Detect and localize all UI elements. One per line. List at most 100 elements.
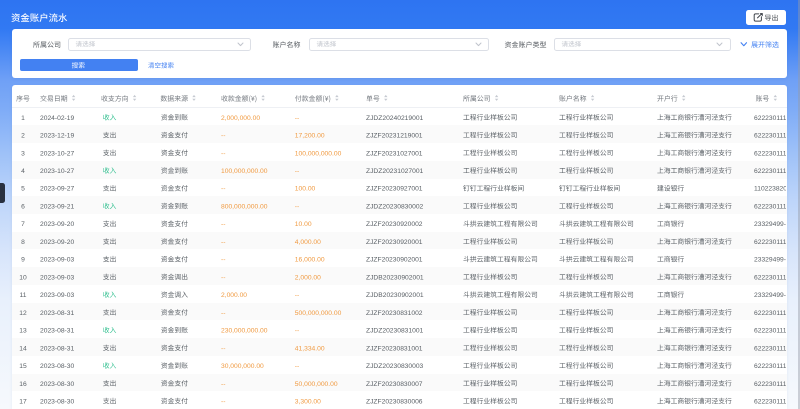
svg-text:10: 10 xyxy=(19,274,27,281)
svg-text:2023-10-27: 2023-10-27 xyxy=(40,168,74,175)
svg-text:ZJDZ20240219001: ZJDZ20240219001 xyxy=(366,115,424,122)
svg-text:6222301112022382: 6222301112022382 xyxy=(754,381,800,388)
svg-text:--: -- xyxy=(295,203,299,210)
svg-text:6222301112022382: 6222301112022382 xyxy=(754,239,800,246)
svg-text:16,000.00: 16,000.00 xyxy=(295,257,325,264)
svg-text:6222301112022382: 6222301112022382 xyxy=(754,363,800,370)
svg-text:ZJZF20230920001: ZJZF20230920001 xyxy=(366,239,423,246)
svg-text:100,000,000.00: 100,000,000.00 xyxy=(295,150,342,157)
svg-text:16: 16 xyxy=(19,381,27,388)
svg-text:2023-08-31: 2023-08-31 xyxy=(40,328,74,335)
svg-text:500,000,000.00: 500,000,000.00 xyxy=(295,310,342,317)
svg-text:--: -- xyxy=(221,345,225,352)
svg-text:--: -- xyxy=(295,115,299,122)
svg-text:ZJDB20230902001: ZJDB20230902001 xyxy=(366,274,424,281)
svg-text:ZJZF20230920002: ZJZF20230920002 xyxy=(366,221,423,228)
svg-text:2: 2 xyxy=(21,133,25,140)
svg-text:6222301112022382: 6222301112022382 xyxy=(754,150,800,157)
svg-text:230,000,000.00: 230,000,000.00 xyxy=(221,328,268,335)
svg-text:ZJDZ20230830002: ZJDZ20230830002 xyxy=(366,203,424,210)
svg-text:23329499-001: 23329499-001 xyxy=(754,221,797,228)
svg-text:2023-09-20: 2023-09-20 xyxy=(40,239,74,246)
svg-text:2023-08-30: 2023-08-30 xyxy=(40,398,74,405)
svg-text:2,000,000.00: 2,000,000.00 xyxy=(221,115,260,122)
svg-text:100,000,000.00: 100,000,000.00 xyxy=(221,168,268,175)
svg-text:14: 14 xyxy=(19,345,27,352)
svg-text:5: 5 xyxy=(21,186,25,193)
svg-text:6222301112022382: 6222301112022382 xyxy=(754,345,800,352)
svg-text:--: -- xyxy=(295,363,299,370)
svg-text:10.00: 10.00 xyxy=(295,221,312,228)
svg-text:ZJZF20230831002: ZJZF20230831002 xyxy=(366,310,423,317)
svg-text:2023-09-20: 2023-09-20 xyxy=(40,221,74,228)
svg-text:--: -- xyxy=(221,133,225,140)
svg-text:6222301112022382: 6222301112022382 xyxy=(754,328,800,335)
svg-text:3,300.00: 3,300.00 xyxy=(295,398,321,405)
svg-text:ZJZF20230830007: ZJZF20230830007 xyxy=(366,381,423,388)
svg-text:3: 3 xyxy=(21,150,25,157)
svg-text:--: -- xyxy=(221,381,225,388)
svg-text:--: -- xyxy=(221,239,225,246)
svg-text:2024-02-19: 2024-02-19 xyxy=(40,115,74,122)
svg-text:30,000,000.00: 30,000,000.00 xyxy=(221,363,264,370)
svg-text:--: -- xyxy=(295,168,299,175)
svg-text:2023-08-30: 2023-08-30 xyxy=(40,381,74,388)
svg-text:ZJZF20230902001: ZJZF20230902001 xyxy=(366,257,423,264)
svg-text:2023-08-31: 2023-08-31 xyxy=(40,345,74,352)
svg-text:23329499-001: 23329499-001 xyxy=(754,292,797,299)
svg-text:23329499-001: 23329499-001 xyxy=(754,257,797,264)
svg-text:6222301112022382: 6222301112022382 xyxy=(754,398,800,405)
svg-text:6222301112022382: 6222301112022382 xyxy=(754,115,800,122)
svg-text:1102238202345: 1102238202345 xyxy=(754,186,800,193)
svg-text:9: 9 xyxy=(21,257,25,264)
svg-text:6222301112022382: 6222301112022382 xyxy=(754,274,800,281)
svg-text:--: -- xyxy=(221,221,225,228)
svg-text:17,200.00: 17,200.00 xyxy=(295,133,325,140)
svg-text:2023-09-03: 2023-09-03 xyxy=(40,292,74,299)
svg-text:2023-09-03: 2023-09-03 xyxy=(40,274,74,281)
svg-text:100.00: 100.00 xyxy=(295,186,316,193)
svg-text:4,000.00: 4,000.00 xyxy=(295,239,321,246)
svg-text:50,000,000.00: 50,000,000.00 xyxy=(295,381,338,388)
svg-text:13: 13 xyxy=(19,328,27,335)
svg-text:15: 15 xyxy=(19,363,27,370)
svg-text:2023-09-03: 2023-09-03 xyxy=(40,257,74,264)
svg-text:17: 17 xyxy=(19,398,27,405)
svg-text:ZJZF20230830006: ZJZF20230830006 xyxy=(366,398,423,405)
svg-text:ZJDZ20230831001: ZJDZ20230831001 xyxy=(366,328,424,335)
svg-text:2023-09-21: 2023-09-21 xyxy=(40,203,74,210)
svg-text:2023-12-19: 2023-12-19 xyxy=(40,133,74,140)
svg-text:6: 6 xyxy=(21,203,25,210)
svg-text:--: -- xyxy=(221,398,225,405)
svg-text:11: 11 xyxy=(20,292,27,299)
svg-text:6222301112022382: 6222301112022382 xyxy=(754,168,800,175)
svg-text:800,000,000.00: 800,000,000.00 xyxy=(221,203,268,210)
svg-text:2,000.00: 2,000.00 xyxy=(295,274,321,281)
svg-text:--: -- xyxy=(295,292,299,299)
svg-text:6222301112022382: 6222301112022382 xyxy=(754,133,800,140)
svg-text:ZJZF20230831001: ZJZF20230831001 xyxy=(366,345,423,352)
svg-text:ZJZF20231219001: ZJZF20231219001 xyxy=(366,133,423,140)
svg-text:4: 4 xyxy=(21,168,25,175)
svg-text:2,000.00: 2,000.00 xyxy=(221,292,247,299)
svg-text:--: -- xyxy=(221,257,225,264)
svg-text:8: 8 xyxy=(21,239,25,246)
svg-text:2023-09-27: 2023-09-27 xyxy=(40,186,74,193)
svg-text:--: -- xyxy=(221,310,225,317)
svg-text:2023-10-27: 2023-10-27 xyxy=(40,150,74,157)
svg-text:--: -- xyxy=(295,328,299,335)
svg-text:2023-08-31: 2023-08-31 xyxy=(40,310,74,317)
svg-text:--: -- xyxy=(221,186,225,193)
svg-text:ZJDZ20231027001: ZJDZ20231027001 xyxy=(366,168,424,175)
svg-text:6222301112022382: 6222301112022382 xyxy=(754,310,800,317)
svg-text:ZJZF20230927001: ZJZF20230927001 xyxy=(366,186,423,193)
svg-text:ZJDZ20230830003: ZJDZ20230830003 xyxy=(366,363,424,370)
svg-text:ZJDB20230902001: ZJDB20230902001 xyxy=(366,292,424,299)
svg-text:12: 12 xyxy=(19,310,27,317)
svg-text:6222301112022382: 6222301112022382 xyxy=(754,203,800,210)
svg-text:41,334.00: 41,334.00 xyxy=(295,345,325,352)
svg-text:--: -- xyxy=(221,150,225,157)
svg-text:--: -- xyxy=(221,274,225,281)
svg-text:2023-08-30: 2023-08-30 xyxy=(40,363,74,370)
svg-text:1: 1 xyxy=(21,115,25,122)
